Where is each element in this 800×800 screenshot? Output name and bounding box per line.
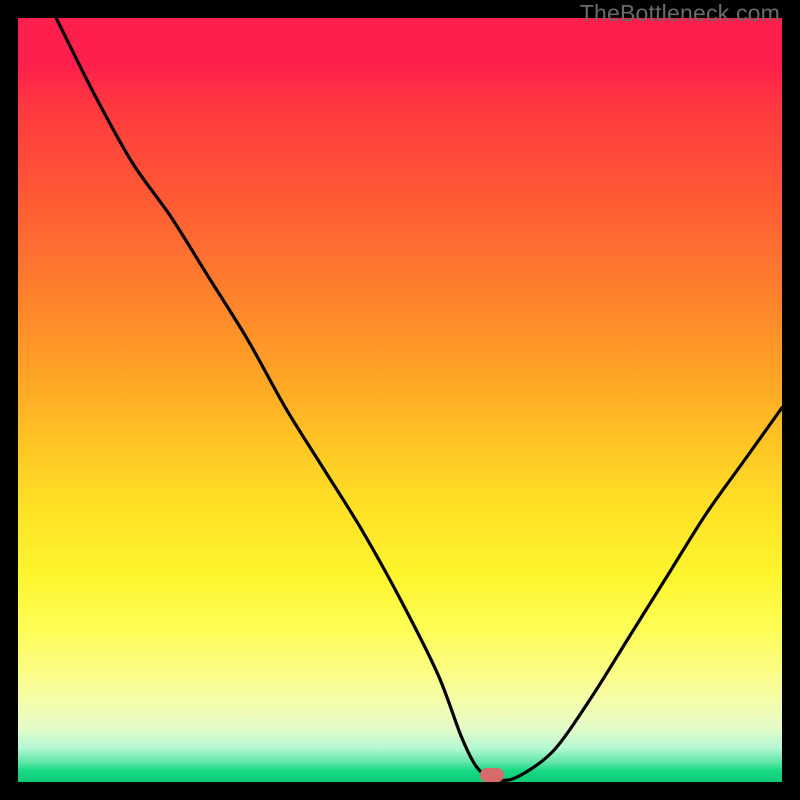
bottleneck-curve — [18, 18, 782, 782]
chart-frame: TheBottleneck.com — [0, 0, 800, 800]
optimal-marker — [480, 768, 504, 782]
plot-area — [18, 18, 782, 782]
curve-path — [56, 18, 782, 780]
watermark-text: TheBottleneck.com — [580, 0, 780, 27]
